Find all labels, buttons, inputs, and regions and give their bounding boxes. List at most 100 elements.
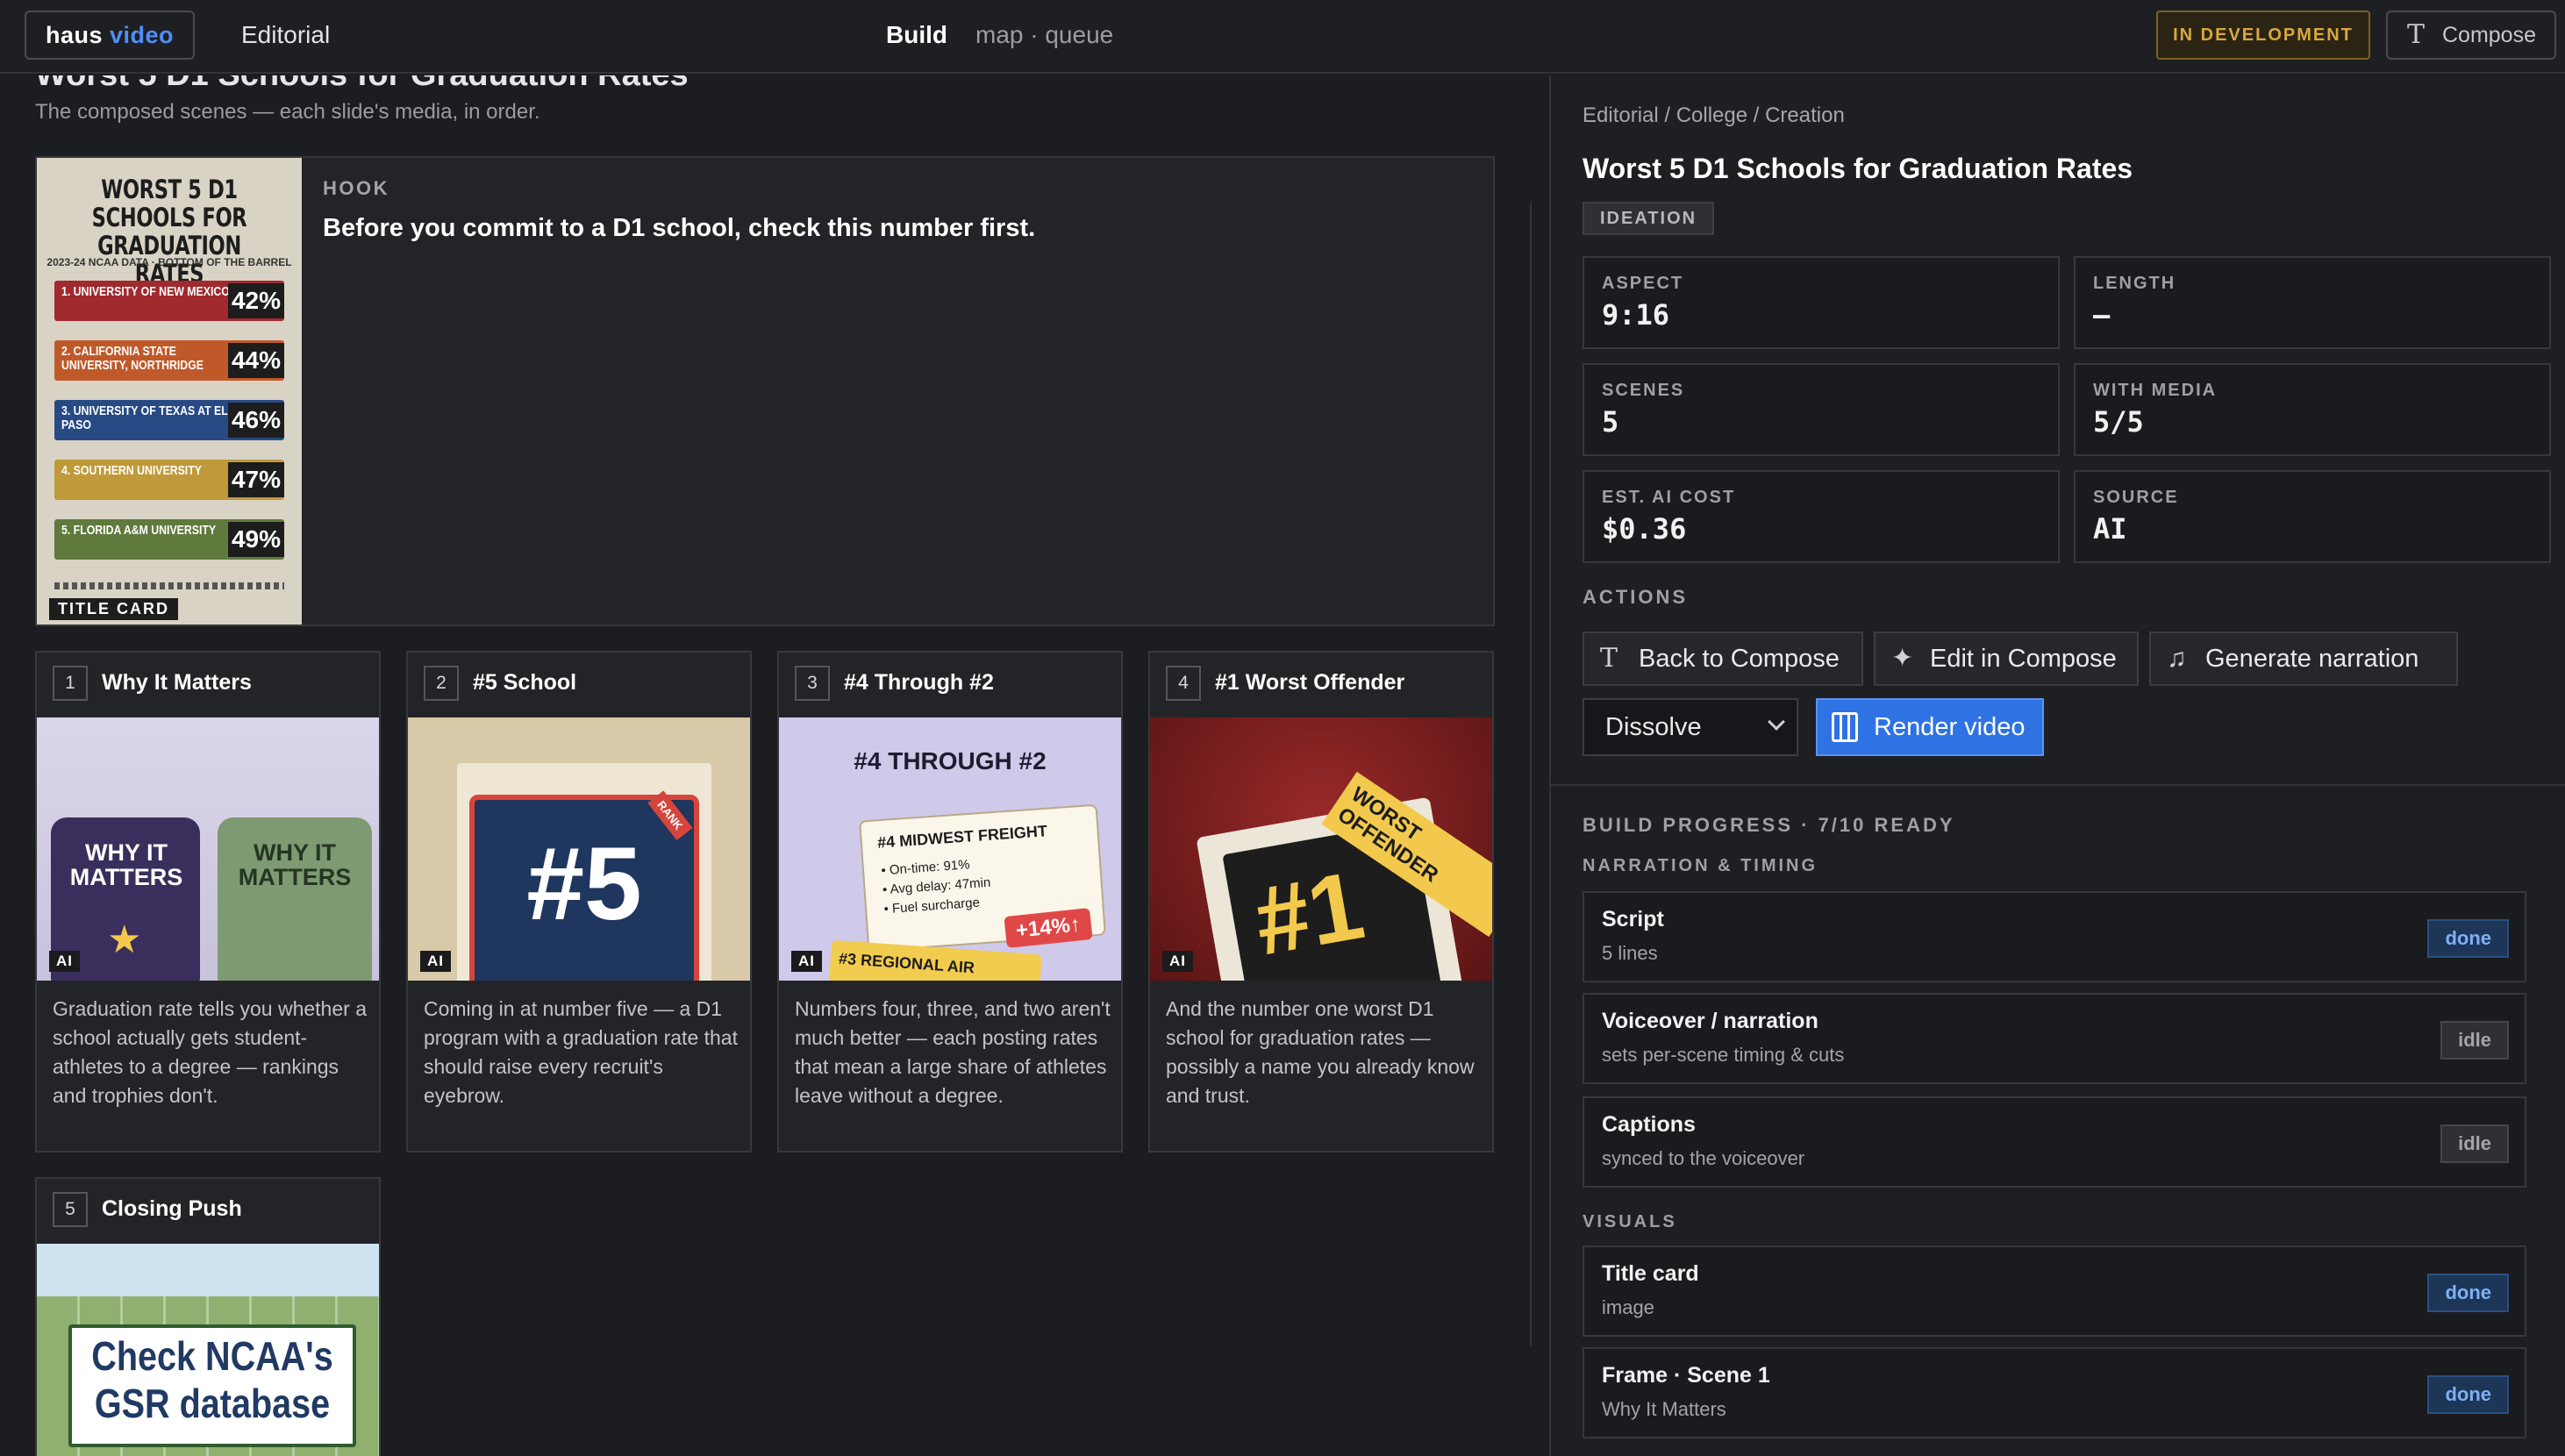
generate-narration-button[interactable]: ♫ Generate narration bbox=[2149, 632, 2458, 686]
compose-button[interactable]: T Compose bbox=[2386, 11, 2556, 60]
panel-title: Worst 5 D1 Schools for Graduation Rates bbox=[1583, 153, 2133, 184]
scene-image-text: WHY IT MATTERS bbox=[238, 839, 352, 890]
stat-value: $0.36 bbox=[1602, 512, 1687, 546]
title-card-heading: WORST 5 D1 SCHOOLS FOR GRADUATION RATES bbox=[91, 175, 247, 289]
scene-description: And the number one worst D1 school for g… bbox=[1166, 997, 1475, 1107]
logo-text: haus bbox=[45, 22, 103, 48]
progress-row-script[interactable]: Script 5 lines done bbox=[1583, 891, 2526, 982]
scene-title: Why It Matters bbox=[102, 670, 252, 695]
progress-row-title-card[interactable]: Title card image done bbox=[1583, 1245, 2526, 1337]
status-badge: IDEATION bbox=[1583, 202, 1715, 235]
title-card-subheading: 2023-24 NCAA DATA · BOTTOM OF THE BARREL bbox=[46, 256, 292, 268]
stat-length: LENGTH — bbox=[2074, 256, 2551, 349]
scene-description: Numbers four, three, and two aren't much… bbox=[795, 997, 1111, 1107]
scene-image-text: #4 THROUGH #2 bbox=[854, 747, 1047, 774]
ai-badge: AI bbox=[1162, 951, 1193, 972]
actions-heading: ACTIONS bbox=[1583, 586, 1688, 608]
title-card-row-percent: 47% bbox=[228, 462, 284, 497]
visuals-heading: VISUALS bbox=[1583, 1212, 1677, 1231]
nav-build-sub[interactable]: map · queue bbox=[975, 21, 1113, 49]
stat-ai-cost: EST. AI COST $0.36 bbox=[1583, 470, 2060, 563]
button-label: Edit in Compose bbox=[1930, 645, 2117, 673]
scene-image-text: #1 bbox=[1247, 851, 1372, 976]
scene-number: 2 bbox=[424, 666, 459, 701]
scene-number: 3 bbox=[795, 666, 830, 701]
scene-number: 5 bbox=[53, 1192, 88, 1227]
scene-number: 4 bbox=[1166, 666, 1201, 701]
stat-value: — bbox=[2093, 298, 2111, 332]
sparkle-icon: ✦ bbox=[1891, 644, 1914, 673]
stat-value: 9:16 bbox=[1602, 298, 1670, 332]
hook-card[interactable]: WORST 5 D1 SCHOOLS FOR GRADUATION RATES … bbox=[35, 156, 1495, 626]
breadcrumb[interactable]: Editorial / College / Creation bbox=[1583, 103, 1845, 128]
nav-build[interactable]: Build bbox=[886, 21, 947, 49]
scrollbar[interactable] bbox=[1530, 198, 1532, 1349]
title-card-badge: TITLE CARD bbox=[49, 598, 178, 620]
stat-source: SOURCE AI bbox=[2074, 470, 2551, 563]
scene-image: #1 WORST OFFENDER AI bbox=[1150, 717, 1492, 981]
title-card-row-name: 3. University of Texas at El Paso bbox=[61, 403, 228, 432]
title-card-row: 4. Southern University 47% bbox=[54, 460, 284, 500]
page-title: Worst 5 D1 Schools for Graduation Rates bbox=[35, 75, 689, 94]
row-subtitle: Why It Matters bbox=[1602, 1398, 1726, 1420]
status-badge: done bbox=[2427, 1375, 2509, 1414]
top-bar: haus video Editorial Build map · queue I… bbox=[0, 0, 2565, 74]
row-title: Title card bbox=[1602, 1261, 1699, 1286]
scene-title: #5 School bbox=[473, 670, 577, 695]
compose-label: Compose bbox=[2442, 23, 2536, 47]
build-progress-heading: BUILD PROGRESS · 7/10 READY bbox=[1583, 814, 1955, 836]
row-title: Script bbox=[1602, 907, 1664, 931]
scene-description: Graduation rate tells you whether a scho… bbox=[53, 997, 367, 1107]
scene-card[interactable]: 4 #1 Worst Offender #1 WORST OFFENDER AI … bbox=[1148, 651, 1494, 1153]
scene-image: #4 THROUGH #2 #4 MIDWEST FREIGHT • On-ti… bbox=[779, 717, 1121, 981]
progress-row-voiceover[interactable]: Voiceover / narration sets per-scene timi… bbox=[1583, 993, 2526, 1084]
scene-image-text: WHY IT MATTERS bbox=[69, 839, 183, 890]
stat-label: ASPECT bbox=[1602, 274, 1684, 293]
status-badge: done bbox=[2427, 1274, 2509, 1312]
progress-row-captions[interactable]: Captions synced to the voiceover idle bbox=[1583, 1096, 2526, 1188]
render-video-button[interactable]: Render video bbox=[1816, 698, 2044, 756]
stat-value: 5/5 bbox=[2093, 405, 2144, 439]
stat-label: EST. AI COST bbox=[1602, 488, 1736, 507]
scene-number: 1 bbox=[53, 666, 88, 701]
scenes-pane: Worst 5 D1 Schools for Graduation Rates … bbox=[0, 75, 1532, 1456]
ai-badge: AI bbox=[791, 951, 822, 972]
scene-image-text: Check NCAA's bbox=[91, 1333, 333, 1379]
back-to-compose-button[interactable]: T Back to Compose bbox=[1583, 632, 1863, 686]
scene-card[interactable]: 3 #4 Through #2 #4 THROUGH #2 #4 MIDWEST … bbox=[777, 651, 1123, 1153]
title-card-row-name: 4. Southern University bbox=[61, 463, 202, 478]
stat-label: WITH MEDIA bbox=[2093, 381, 2218, 400]
scene-image: Check NCAA's GSR database bbox=[37, 1244, 379, 1456]
stat-with-media: WITH MEDIA 5/5 bbox=[2074, 363, 2551, 456]
stat-value: AI bbox=[2093, 512, 2127, 546]
scene-card[interactable]: 5 Closing Push Check NCAA's GSR database bbox=[35, 1177, 381, 1456]
progress-row-frame-scene-1[interactable]: Frame · Scene 1 Why It Matters done bbox=[1583, 1347, 2526, 1438]
scene-card[interactable]: 2 #5 School #5 RANK AI Coming in at numbe… bbox=[406, 651, 752, 1153]
title-card-row-percent: 49% bbox=[228, 522, 284, 557]
scene-title: Closing Push bbox=[102, 1196, 242, 1221]
scene-title: #4 Through #2 bbox=[844, 670, 994, 695]
title-card-footnote bbox=[54, 582, 284, 589]
scene-image: WHY IT MATTERS ★ WHY IT MATTERS AI bbox=[37, 717, 379, 981]
button-label: Render video bbox=[1874, 713, 2026, 741]
stat-value: 5 bbox=[1602, 405, 1619, 439]
transition-select[interactable]: Dissolve bbox=[1583, 698, 1798, 756]
title-card-row-name: 5. Florida A&M University bbox=[61, 523, 217, 538]
logo[interactable]: haus video bbox=[25, 11, 195, 60]
scene-card[interactable]: 1 Why It Matters WHY IT MATTERS ★ WHY IT … bbox=[35, 651, 381, 1153]
film-icon bbox=[1832, 712, 1858, 742]
scene-image-text: #5 bbox=[526, 826, 642, 942]
divider bbox=[1551, 784, 2565, 786]
stat-label: SOURCE bbox=[2093, 488, 2179, 507]
detail-panel: Editorial / College / Creation Worst 5 D… bbox=[1549, 75, 2565, 1456]
text-t-icon: T bbox=[1600, 643, 1618, 674]
edit-in-compose-button[interactable]: ✦ Edit in Compose bbox=[1874, 632, 2139, 686]
chevron-down-icon bbox=[1768, 713, 1785, 731]
status-badge: idle bbox=[2440, 1021, 2509, 1060]
title-card-row-percent: 46% bbox=[228, 403, 284, 438]
title-card-row: 3. University of Texas at El Paso 46% bbox=[54, 400, 284, 440]
nav-editorial[interactable]: Editorial bbox=[241, 21, 330, 49]
logo-accent-text: video bbox=[110, 22, 175, 48]
button-label: Back to Compose bbox=[1639, 645, 1840, 673]
page-subtitle: The composed scenes — each slide's media… bbox=[35, 100, 540, 124]
